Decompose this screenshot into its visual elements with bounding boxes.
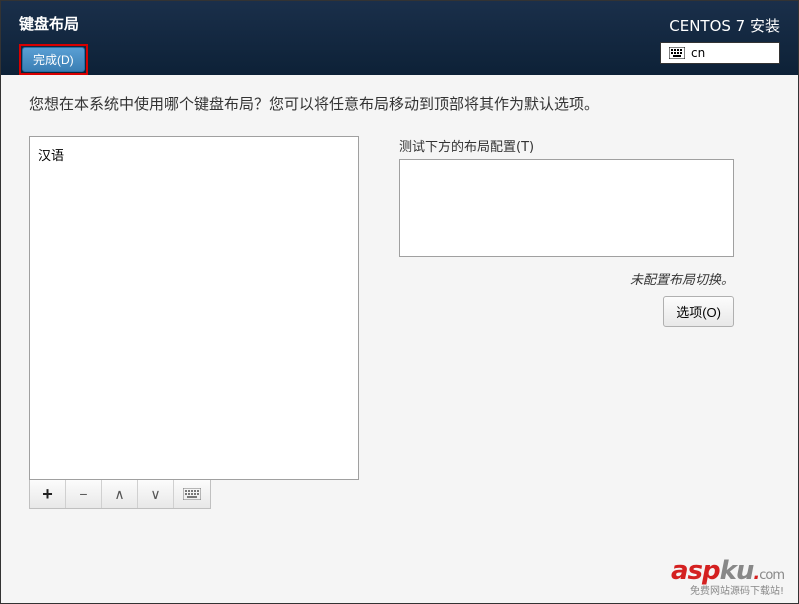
options-row: 选项(O) bbox=[399, 296, 734, 327]
main-row: 汉语 + − ∧ ∨ bbox=[29, 136, 770, 509]
layout-item[interactable]: 汉语 bbox=[38, 143, 350, 166]
test-label: 测试下方的布局配置(T) bbox=[399, 136, 734, 155]
test-column: 测试下方的布局配置(T) 未配置布局切换。 选项(O) bbox=[399, 136, 734, 509]
switch-not-configured-text: 未配置布局切换。 bbox=[399, 269, 734, 288]
distro-label: CENTOS 7 安装 bbox=[660, 15, 780, 36]
layout-list[interactable]: 汉语 bbox=[29, 136, 359, 480]
content-area: 您想在本系统中使用哪个键盘布局？您可以将任意布局移动到顶部将其作为默认选项。 汉… bbox=[1, 75, 798, 603]
keyboard-icon bbox=[669, 47, 685, 59]
add-layout-button[interactable]: + bbox=[30, 480, 66, 508]
options-button[interactable]: 选项(O) bbox=[663, 296, 734, 327]
watermark: aspku.com 免费网站源码下载站! bbox=[671, 556, 784, 597]
preview-keyboard-button[interactable] bbox=[174, 480, 210, 508]
done-button[interactable]: 完成(D) bbox=[22, 47, 85, 72]
done-button-highlight: 完成(D) bbox=[19, 44, 88, 75]
keyboard-layout-indicator[interactable]: cn bbox=[660, 42, 780, 64]
keyboard-layout-code: cn bbox=[691, 46, 705, 60]
remove-layout-button[interactable]: − bbox=[66, 480, 102, 508]
move-up-button[interactable]: ∧ bbox=[102, 480, 138, 508]
header-bar: 键盘布局 完成(D) CENTOS 7 安装 cn bbox=[1, 1, 798, 75]
instruction-text: 您想在本系统中使用哪个键盘布局？您可以将任意布局移动到顶部将其作为默认选项。 bbox=[29, 93, 770, 114]
move-down-button[interactable]: ∨ bbox=[138, 480, 174, 508]
keyboard-icon bbox=[183, 488, 201, 500]
header-right: CENTOS 7 安装 cn bbox=[660, 15, 780, 64]
layout-toolbar: + − ∧ ∨ bbox=[29, 480, 211, 509]
layout-column: 汉语 + − ∧ ∨ bbox=[29, 136, 359, 509]
test-input[interactable] bbox=[399, 159, 734, 257]
